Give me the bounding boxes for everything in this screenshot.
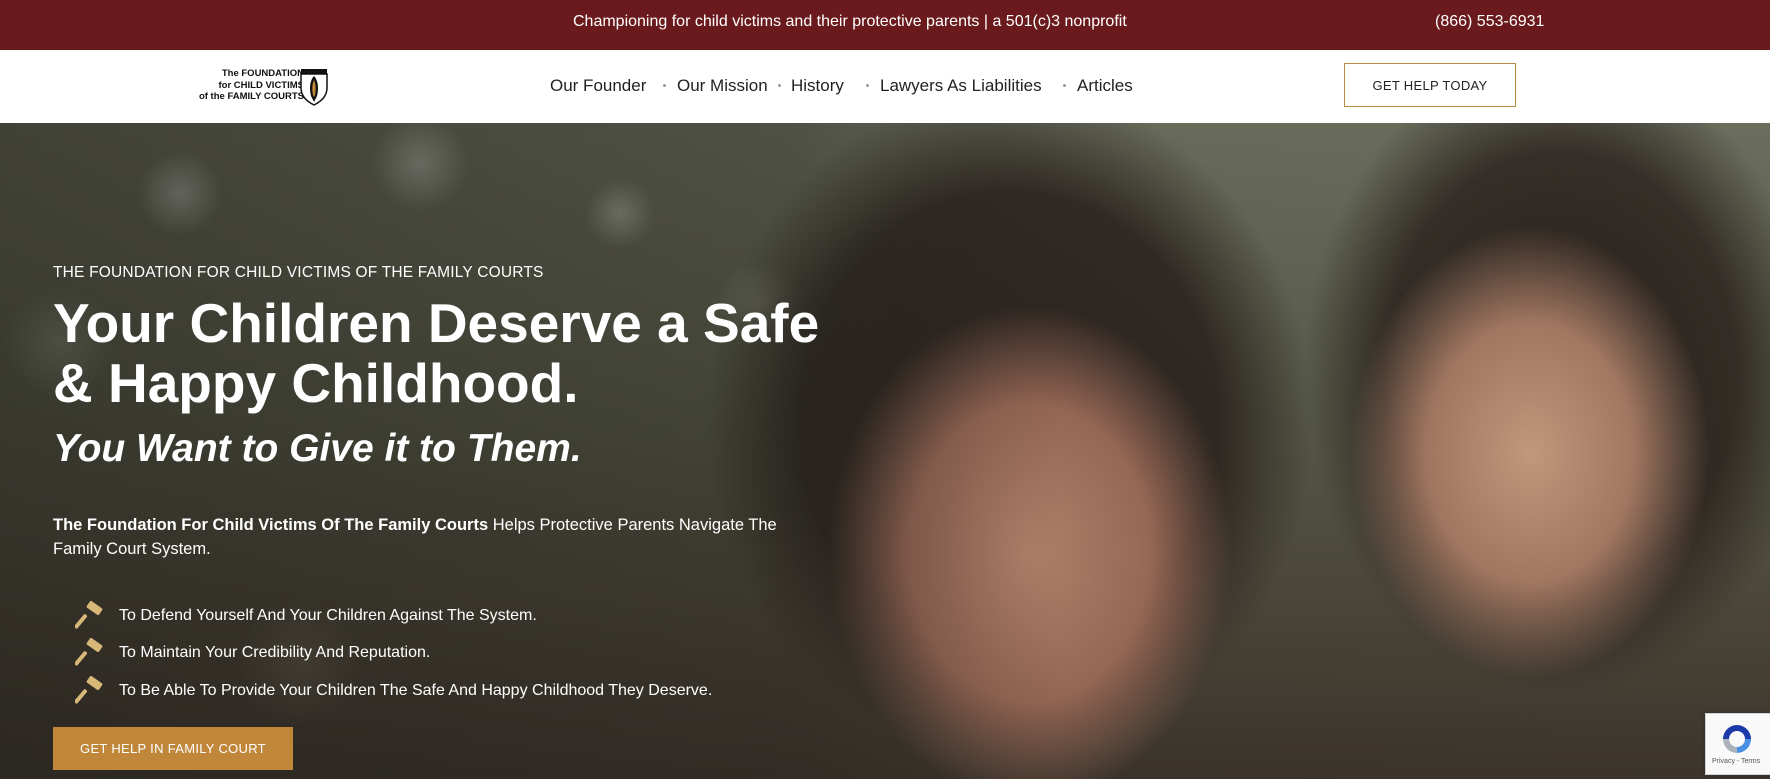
gavel-icon [75,600,105,631]
nav-lawyers-as-liabilities[interactable]: Lawyers As Liabilities [880,76,1042,96]
hero-intro-bold: The Foundation For Child Victims Of The … [53,516,489,534]
gavel-icon [75,638,105,668]
phone-link[interactable]: (866) 553-6931 [1435,13,1544,31]
get-help-in-family-court-button[interactable]: GET HELP IN FAMILY COURT [53,727,293,770]
hero-section: THE FOUNDATION FOR CHILD VICTIMS OF THE … [0,123,1770,779]
nav-our-founder[interactable]: Our Founder [550,76,646,96]
nav-history[interactable]: History [791,76,844,96]
nav-our-mission[interactable]: Our Mission [677,76,768,96]
nav-separator [866,84,869,87]
nav-separator [778,84,781,87]
hero-headline: Your Children Deserve a Safe & Happy Chi… [53,292,820,414]
hero-eyebrow: THE FOUNDATION FOR CHILD VICTIMS OF THE … [53,264,544,281]
top-banner: Championing for child victims and their … [0,0,1770,50]
hero-subhead: You Want to Give it to Them. [53,427,582,470]
benefit-list: To Defend Yourself And Your Children Aga… [75,597,712,710]
nav-separator [1063,84,1066,87]
list-item: To Be Able To Provide Your Children The … [75,672,712,710]
site-header: The FOUNDATION for CHILD VICTIMS of the … [0,50,1770,124]
recaptcha-icon [1723,725,1751,753]
recaptcha-badge[interactable]: Privacy - Terms [1705,713,1770,775]
nav-separator [663,84,666,87]
list-item: To Defend Yourself And Your Children Aga… [75,597,712,635]
gavel-icon [75,675,105,706]
benefit-text: To Defend Yourself And Your Children Aga… [119,606,537,624]
nav-articles[interactable]: Articles [1077,76,1133,96]
benefit-text: To Maintain Your Credibility And Reputat… [119,644,431,662]
list-item: To Maintain Your Credibility And Reputat… [75,635,712,673]
hero-intro: The Foundation For Child Victims Of The … [53,513,813,561]
get-help-today-button[interactable]: GET HELP TODAY [1344,63,1516,107]
benefit-text: To Be Able To Provide Your Children The … [119,681,713,699]
banner-tagline: Championing for child victims and their … [573,13,1127,30]
recaptcha-links[interactable]: Privacy - Terms [1712,758,1760,765]
